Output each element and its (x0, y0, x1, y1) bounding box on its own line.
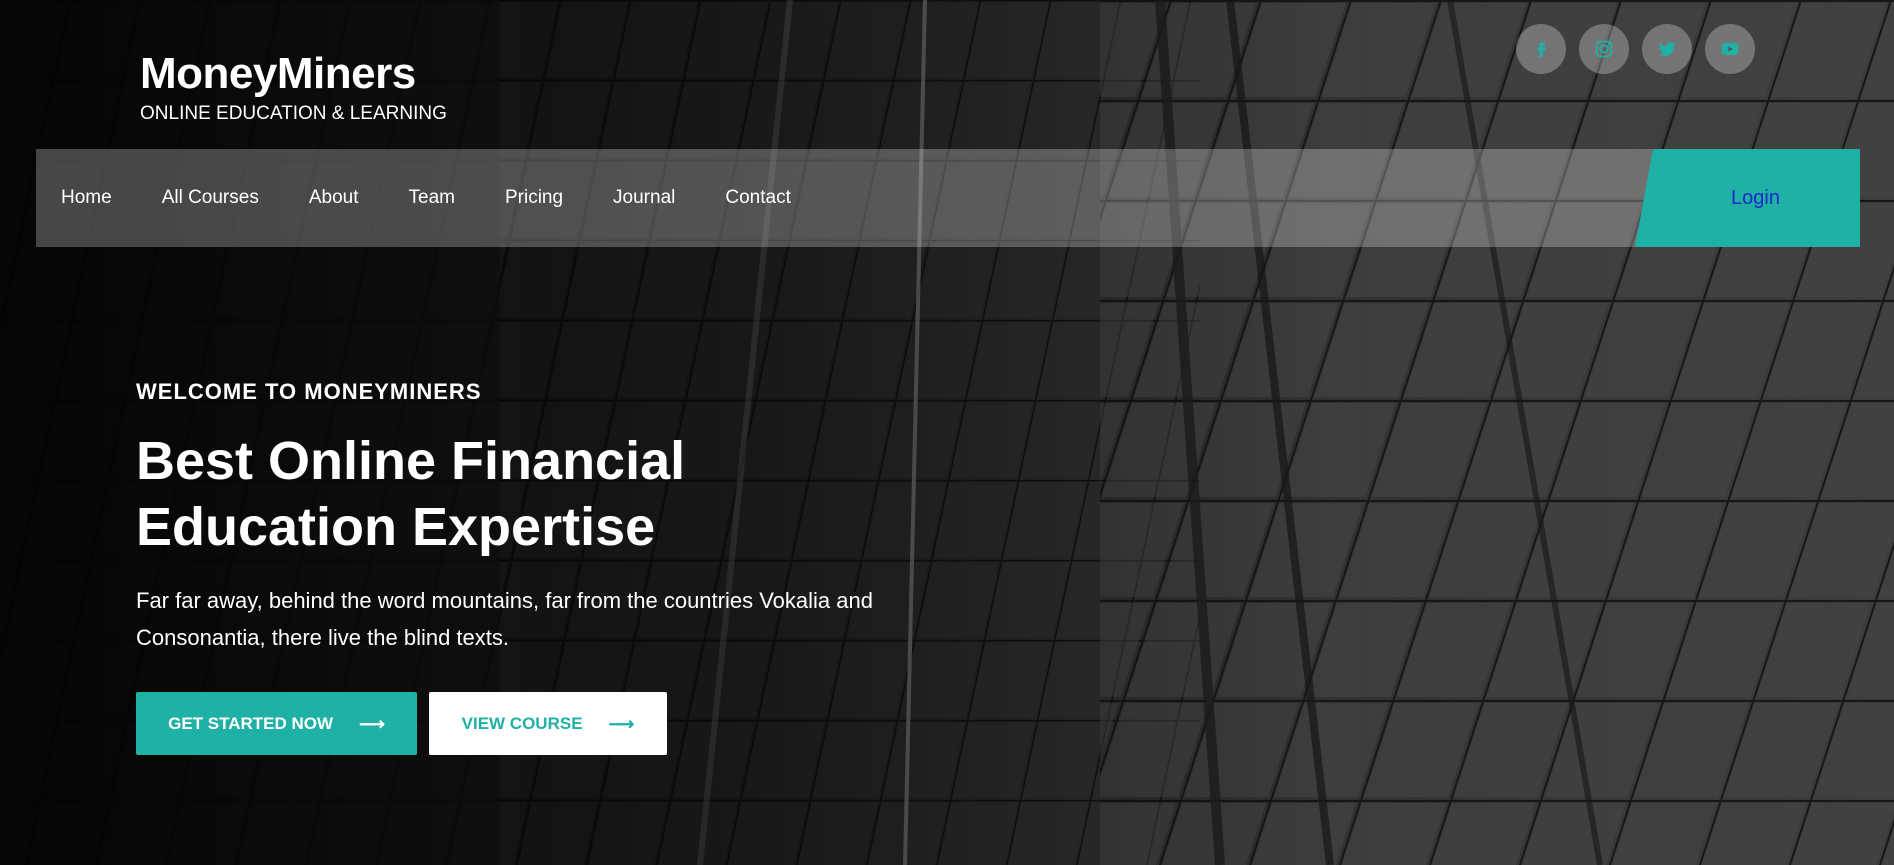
nav-menu: Home All Courses About Team Pricing Jour… (61, 149, 791, 247)
hero-description: Far far away, behind the word mountains,… (136, 582, 916, 656)
youtube-link[interactable] (1705, 24, 1755, 74)
login-label[interactable]: Login (1715, 187, 1780, 210)
nav-item-pricing[interactable]: Pricing (505, 187, 563, 209)
facebook-link[interactable] (1516, 24, 1566, 74)
twitter-link[interactable] (1642, 24, 1692, 74)
nav-item-journal[interactable]: Journal (613, 187, 675, 209)
instagram-icon (1595, 40, 1613, 58)
brand-tagline: ONLINE EDUCATION & LEARNING (140, 103, 447, 124)
hero-headline-line-2: Education Expertise (136, 497, 656, 557)
hero-description-line-1: Far far away, behind the word mountains,… (136, 588, 873, 613)
brand-name[interactable]: MoneyMiners (140, 46, 447, 102)
twitter-icon (1658, 42, 1676, 57)
view-course-label: VIEW COURSE (461, 713, 583, 733)
hero-description-line-2: Consonantia, there live the blind texts. (136, 625, 510, 650)
nav-item-all-courses[interactable]: All Courses (162, 187, 259, 209)
arrow-right-icon: ⟶ (608, 713, 635, 734)
main-navigation: Home All Courses About Team Pricing Jour… (36, 149, 1860, 247)
instagram-link[interactable] (1579, 24, 1629, 74)
social-links (1516, 24, 1755, 74)
nav-item-contact[interactable]: Contact (725, 187, 790, 209)
youtube-icon (1721, 43, 1739, 55)
nav-item-home[interactable]: Home (61, 187, 112, 209)
nav-item-about[interactable]: About (309, 187, 359, 209)
hero-cta-row: GET STARTED NOW ⟶ VIEW COURSE ⟶ (136, 692, 936, 755)
get-started-button[interactable]: GET STARTED NOW ⟶ (136, 692, 417, 755)
facebook-icon (1537, 42, 1546, 58)
hero-eyebrow: WELCOME TO MONEYMINERS (136, 379, 482, 404)
login-button[interactable]: Login (1635, 149, 1860, 247)
brand[interactable]: MoneyMiners ONLINE EDUCATION & LEARNING (140, 46, 447, 126)
hero-content: WELCOME TO MONEYMINERS Best Online Finan… (136, 378, 936, 755)
hero-headline: Best Online Financial Education Expertis… (136, 428, 936, 560)
hero-headline-line-1: Best Online Financial (136, 431, 686, 491)
nav-item-team[interactable]: Team (409, 187, 455, 209)
get-started-label: GET STARTED NOW (168, 713, 334, 733)
view-course-button[interactable]: VIEW COURSE ⟶ (429, 692, 667, 755)
arrow-right-icon: ⟶ (359, 713, 385, 734)
